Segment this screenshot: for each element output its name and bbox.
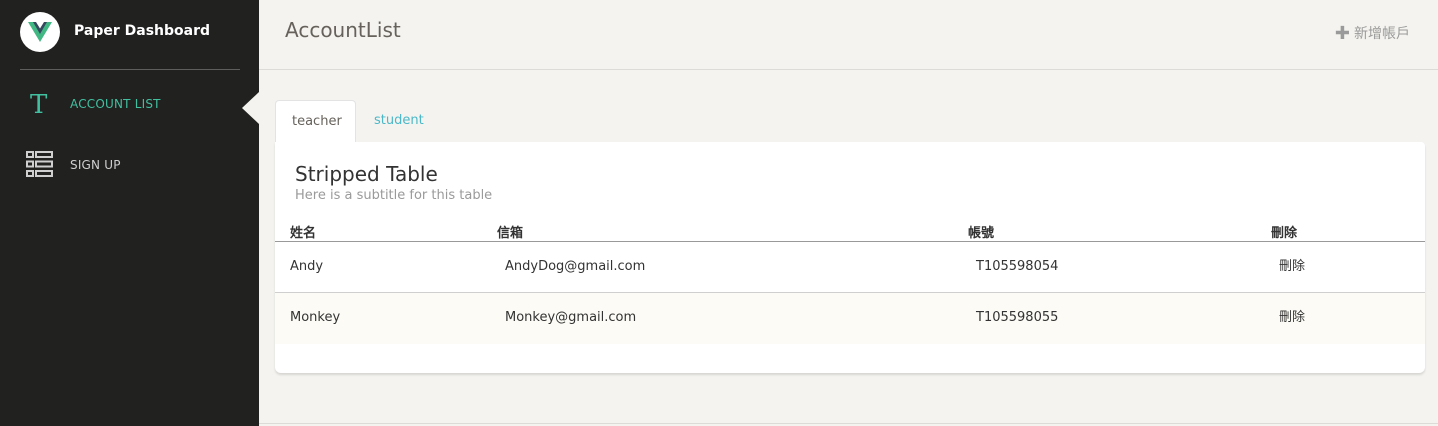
brand[interactable]: Paper Dashboard [20,0,240,70]
top-navbar: AccountList ✚ 新增帳戶 [259,0,1438,70]
add-account-label: 新增帳戶 [1354,26,1410,42]
card-subtitle: Here is a subtitle for this table [295,188,493,203]
column-header-name: 姓名 [290,226,317,241]
active-item-caret [242,92,259,124]
brand-name: Paper Dashboard [74,23,211,39]
cell-account: T105598055 [976,310,1059,325]
sidebar-item-label: SIGN UP [70,158,121,172]
column-header-delete: 刪除 [1271,226,1298,241]
sidebar: Paper Dashboard T ACCOUNT LIST SIGN UP [0,0,259,426]
cell-email: AndyDog@gmail.com [505,259,646,274]
cell-account: T105598054 [976,259,1059,274]
tab-student[interactable]: student [358,100,440,142]
tab-teacher[interactable]: teacher [275,100,356,142]
sidebar-item-label: ACCOUNT LIST [70,97,161,111]
text-t-icon: T [30,90,48,120]
footer-divider [259,423,1438,424]
column-header-email: 信箱 [497,226,524,241]
delete-button[interactable]: 刪除 [1279,242,1305,292]
page-title: AccountList [285,18,401,42]
list-view-icon [26,151,53,181]
table-card: Stripped Table Here is a subtitle for th… [275,142,1425,373]
sidebar-item-account-list[interactable]: T ACCOUNT LIST [0,80,259,130]
cell-name: Monkey [290,310,341,325]
card-title: Stripped Table [295,162,438,186]
plus-icon: ✚ [1334,23,1350,44]
cell-name: Andy [290,259,324,274]
sidebar-item-sign-up[interactable]: SIGN UP [0,140,259,190]
delete-button[interactable]: 刪除 [1279,293,1305,343]
cell-email: Monkey@gmail.com [505,310,637,325]
table-row: Andy AndyDog@gmail.com T105598054 刪除 [275,242,1425,293]
add-account-button[interactable]: ✚ 新增帳戶 [1334,22,1410,44]
column-header-account: 帳號 [968,226,995,241]
vue-logo-icon [20,12,60,52]
table-row: Monkey Monkey@gmail.com T105598055 刪除 [275,293,1425,344]
